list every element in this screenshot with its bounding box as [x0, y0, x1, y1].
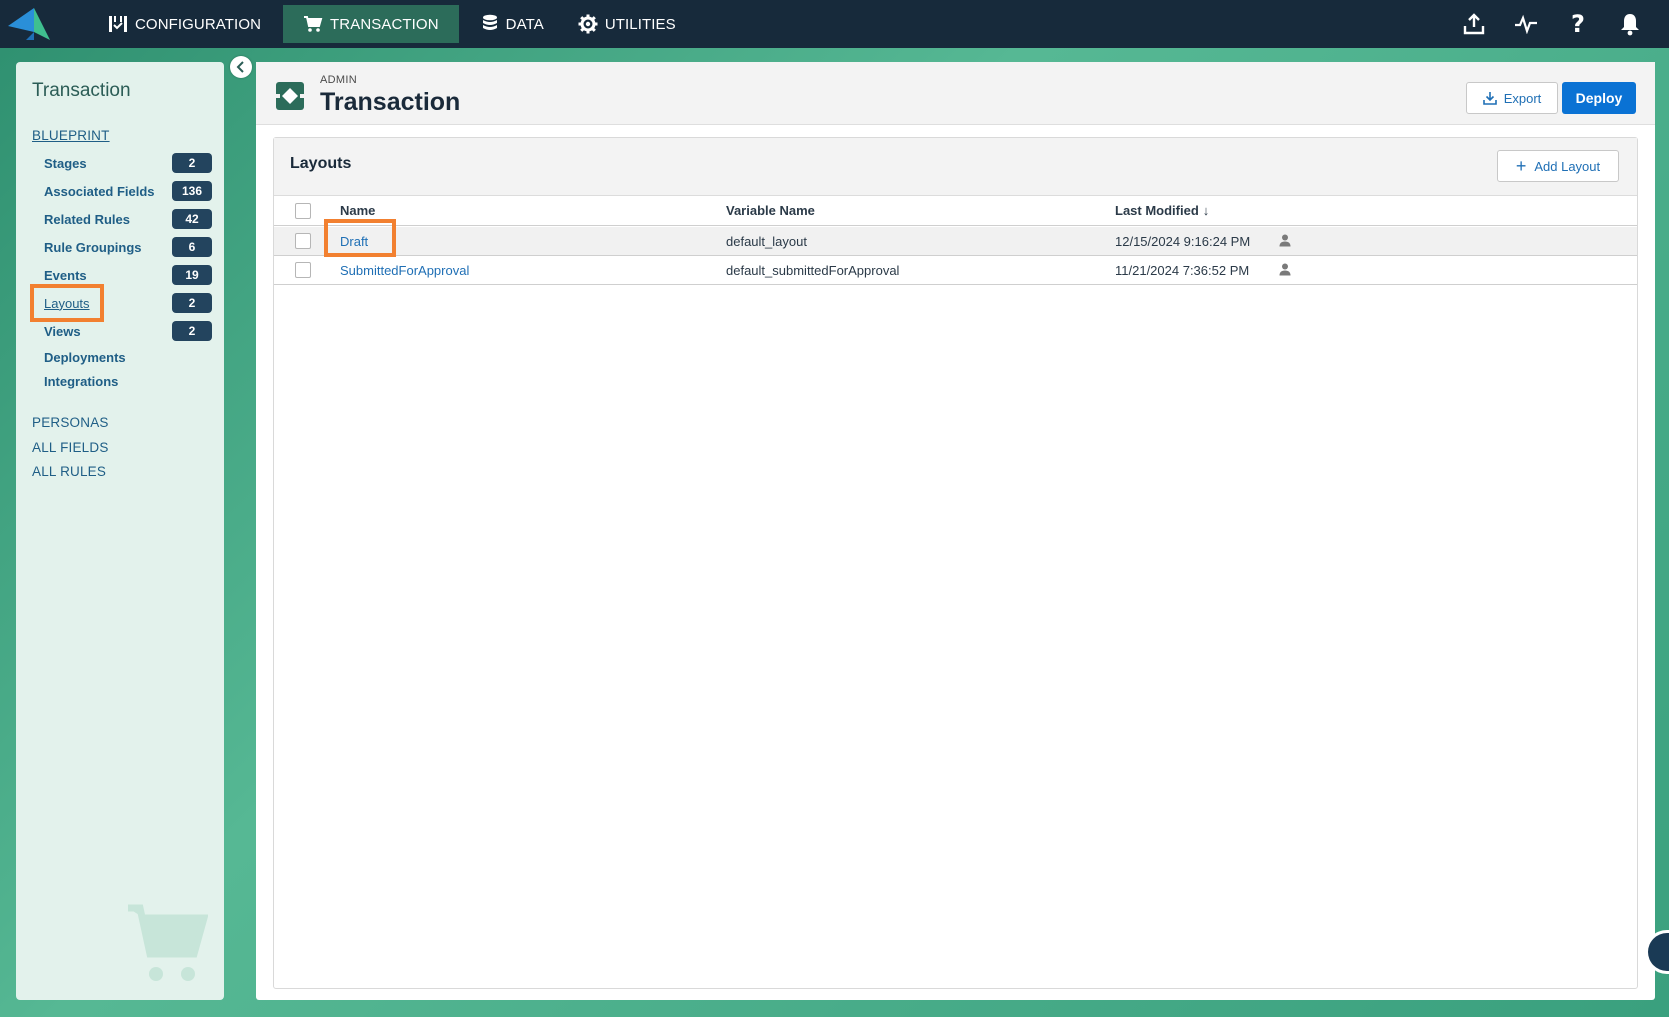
count-badge: 2	[172, 293, 212, 313]
add-layout-button[interactable]: + Add Layout	[1497, 150, 1619, 182]
sidebar-item-label: Integrations	[44, 373, 119, 389]
sidebar-item-integrations[interactable]: Integrations	[44, 370, 212, 392]
sidebar-item-views[interactable]: Views 2	[44, 320, 212, 342]
sidebar-item-events[interactable]: Events 19	[44, 264, 212, 286]
bell-icon[interactable]	[1617, 11, 1643, 37]
add-layout-label: Add Layout	[1534, 158, 1601, 174]
last-modified-cell: 11/21/2024 7:36:52 PM	[1115, 263, 1250, 278]
variable-name-cell: default_submittedForApproval	[726, 263, 900, 278]
plus-icon: +	[1515, 156, 1527, 176]
count-badge: 2	[172, 321, 212, 341]
draft-highlight-box	[324, 219, 396, 257]
sidebar-title: Transaction	[32, 80, 131, 101]
nav-transaction[interactable]: TRANSACTION	[283, 5, 459, 43]
count-badge: 42	[172, 209, 212, 229]
row-checkbox[interactable]	[295, 262, 311, 278]
table-header: Name Variable Name Last Modified ↓	[274, 196, 1637, 226]
select-all-checkbox[interactable]	[295, 203, 311, 219]
sidebar-item-associated-fields[interactable]: Associated Fields 136	[44, 180, 212, 202]
table-row[interactable]: SubmittedForApproval default_submittedFo…	[274, 256, 1637, 285]
count-badge: 136	[172, 181, 212, 201]
main-nav: CONFIGURATION TRANSACTION DATA UTILITIES	[96, 0, 698, 48]
nav-data[interactable]: DATA	[469, 5, 556, 43]
download-icon	[1482, 92, 1497, 105]
help-icon[interactable]: ?	[1565, 10, 1591, 38]
column-header-last-modified[interactable]: Last Modified ↓	[1115, 203, 1209, 218]
sidebar-item-label: Events	[44, 267, 87, 283]
page-subtitle: ADMIN	[320, 74, 357, 86]
table-row[interactable]: Draft default_layout 12/15/2024 9:16:24 …	[274, 227, 1637, 256]
top-navigation-bar: CONFIGURATION TRANSACTION DATA UTILITIES…	[0, 0, 1669, 48]
sidebar-section-all-rules[interactable]: ALL RULES	[32, 464, 106, 479]
configuration-icon	[109, 16, 127, 32]
count-badge: 2	[172, 153, 212, 173]
nav-data-label: DATA	[505, 15, 544, 33]
variable-name-cell: default_layout	[726, 234, 807, 249]
transaction-icon	[276, 82, 304, 110]
last-modified-label: Last Modified	[1115, 203, 1199, 218]
nav-utilities-label: UTILITIES	[604, 15, 676, 33]
chevron-left-icon	[236, 61, 244, 73]
page-header: ADMIN Transaction Export Deploy	[256, 62, 1655, 125]
sidebar-item-stages[interactable]: Stages 2	[44, 152, 212, 174]
gear-icon	[578, 14, 598, 34]
nav-utilities[interactable]: UTILITIES	[566, 5, 688, 43]
user-icon[interactable]	[1279, 234, 1291, 247]
nav-configuration-label: CONFIGURATION	[135, 15, 262, 33]
deploy-button[interactable]: Deploy	[1562, 82, 1636, 114]
sidebar-item-label: Views	[44, 323, 81, 339]
export-label: Export	[1503, 90, 1542, 106]
top-right-icons: ?	[1461, 0, 1669, 48]
layouts-highlight-box	[30, 284, 104, 322]
collapse-sidebar-button[interactable]	[230, 56, 252, 78]
export-button[interactable]: Export	[1466, 82, 1558, 114]
activity-icon[interactable]	[1513, 11, 1539, 37]
sidebar-item-label: Associated Fields	[44, 183, 155, 199]
sidebar-item-label: Rule Groupings	[44, 239, 142, 255]
count-badge: 6	[172, 237, 212, 257]
layout-name-link[interactable]: SubmittedForApproval	[340, 263, 469, 278]
last-modified-cell: 12/15/2024 9:16:24 PM	[1115, 234, 1251, 249]
database-icon	[482, 14, 497, 30]
sidebar-item-label: Stages	[44, 155, 87, 171]
main-panel: ADMIN Transaction Export Deploy Layouts …	[256, 62, 1655, 1000]
sidebar-item-related-rules[interactable]: Related Rules 42	[44, 208, 212, 230]
nav-configuration[interactable]: CONFIGURATION	[96, 5, 273, 43]
layouts-card: Layouts + Add Layout Name Variable Name …	[273, 137, 1638, 989]
nav-transaction-label: TRANSACTION	[330, 15, 439, 33]
layouts-title: Layouts	[290, 155, 352, 172]
count-badge: 19	[172, 265, 212, 285]
sidebar-section-all-fields[interactable]: ALL FIELDS	[32, 440, 109, 455]
column-header-variable-name[interactable]: Variable Name	[726, 203, 815, 218]
page-title: Transaction	[320, 88, 461, 116]
layouts-card-header: Layouts + Add Layout	[274, 138, 1637, 196]
sidebar-item-rule-groupings[interactable]: Rule Groupings 6	[44, 236, 212, 258]
column-header-name[interactable]: Name	[340, 203, 375, 218]
sidebar-section-blueprint[interactable]: BLUEPRINT	[32, 128, 110, 143]
sidebar-item-label: Related Rules	[44, 211, 130, 227]
cart-icon	[304, 16, 323, 32]
cart-watermark-icon	[128, 904, 208, 981]
sidebar: Transaction BLUEPRINT Stages 2 Associate…	[16, 62, 224, 1000]
sidebar-section-personas[interactable]: PERSONAS	[32, 415, 109, 430]
upload-icon[interactable]	[1461, 11, 1487, 37]
app-logo-icon[interactable]	[6, 6, 52, 42]
sidebar-item-label: Deployments	[44, 349, 126, 365]
row-checkbox[interactable]	[295, 233, 311, 249]
user-icon[interactable]	[1279, 263, 1291, 276]
sidebar-item-deployments[interactable]: Deployments	[44, 346, 212, 368]
sort-down-icon: ↓	[1202, 203, 1210, 218]
